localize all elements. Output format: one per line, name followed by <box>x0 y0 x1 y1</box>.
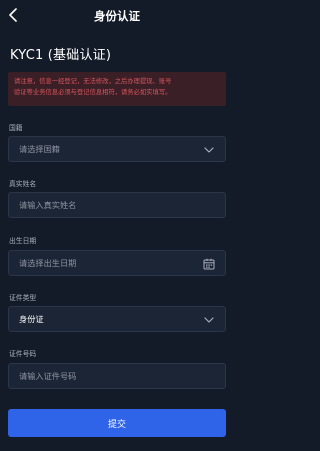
page-title: 身份认证 <box>94 9 140 23</box>
top-bar: 身份认证 <box>0 0 234 32</box>
id-number-input[interactable]: 请输入证件号码 <box>8 363 226 389</box>
id-type-label: 证件类型 <box>9 294 37 302</box>
name-placeholder: 请输入真实姓名 <box>19 200 77 210</box>
submit-button[interactable]: 提交 <box>8 409 226 437</box>
name-label: 真实姓名 <box>9 180 37 188</box>
id-number-placeholder: 请输入证件号码 <box>19 371 77 381</box>
kyc-heading: KYC1 (基础认证) <box>10 48 112 63</box>
birthday-label: 出生日期 <box>9 237 37 245</box>
notice-line-1: 请注意，信息一经登记，无法修改，之后办理提现、账号 <box>14 78 172 85</box>
id-type-value: 身份证 <box>19 314 44 324</box>
name-input[interactable]: 请输入真实姓名 <box>8 192 226 218</box>
birthday-placeholder: 请选择出生日期 <box>19 258 77 268</box>
id-type-select[interactable]: 身份证 <box>8 306 226 332</box>
notice-line-2: 验证等业务信息必须与登记信息相符，请务必如实填写。 <box>14 89 172 96</box>
kyc-screen: 身份认证 KYC1 (基础认证) 请注意，信息一经登记，无法修改，之后办理提现、… <box>0 0 234 451</box>
calendar-icon <box>203 258 215 270</box>
country-label: 国籍 <box>9 124 23 132</box>
chevron-down-icon <box>203 144 215 156</box>
warning-notice: 请注意，信息一经登记，无法修改，之后办理提现、账号 验证等业务信息必须与登记信息… <box>8 72 226 106</box>
id-number-label: 证件号码 <box>9 350 37 358</box>
chevron-down-icon <box>203 314 215 326</box>
birthday-picker[interactable]: 请选择出生日期 <box>8 250 226 276</box>
country-select[interactable]: 请选择国籍 <box>8 136 226 162</box>
country-placeholder: 请选择国籍 <box>19 144 60 154</box>
